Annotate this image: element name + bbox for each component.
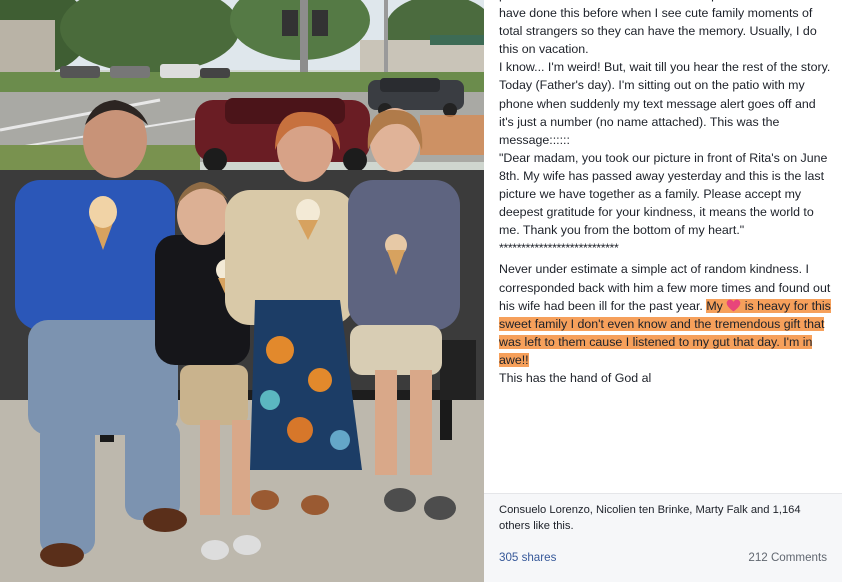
shares-link[interactable]: 305 shares <box>499 551 556 564</box>
family-photo-illustration <box>0 0 484 582</box>
post-photo[interactable] <box>0 0 484 582</box>
post-paragraph: I know... I'm weird! But, wait till you … <box>499 60 831 147</box>
post-text: phone. Left to take Blake home and expla… <box>499 0 832 387</box>
post-separator: *************************** <box>499 241 619 256</box>
heart-emoji-icon <box>727 299 741 311</box>
highlight-word: My <box>706 298 723 313</box>
post-panel: phone. Left to take Blake home and expla… <box>484 0 842 582</box>
post-paragraph: Never under estimate a simple act of ran… <box>499 260 832 369</box>
post-paragraph: phone. Left to take Blake home and expla… <box>499 0 821 57</box>
comments-link[interactable]: 212 Comments <box>748 551 827 564</box>
post-paragraph: This has the hand of God al <box>499 370 652 385</box>
likes-summary[interactable]: Consuelo Lorenzo, Nicolien ten Brinke, M… <box>499 502 829 534</box>
post-quote: "Dear madam, you took our picture in fro… <box>499 150 828 238</box>
